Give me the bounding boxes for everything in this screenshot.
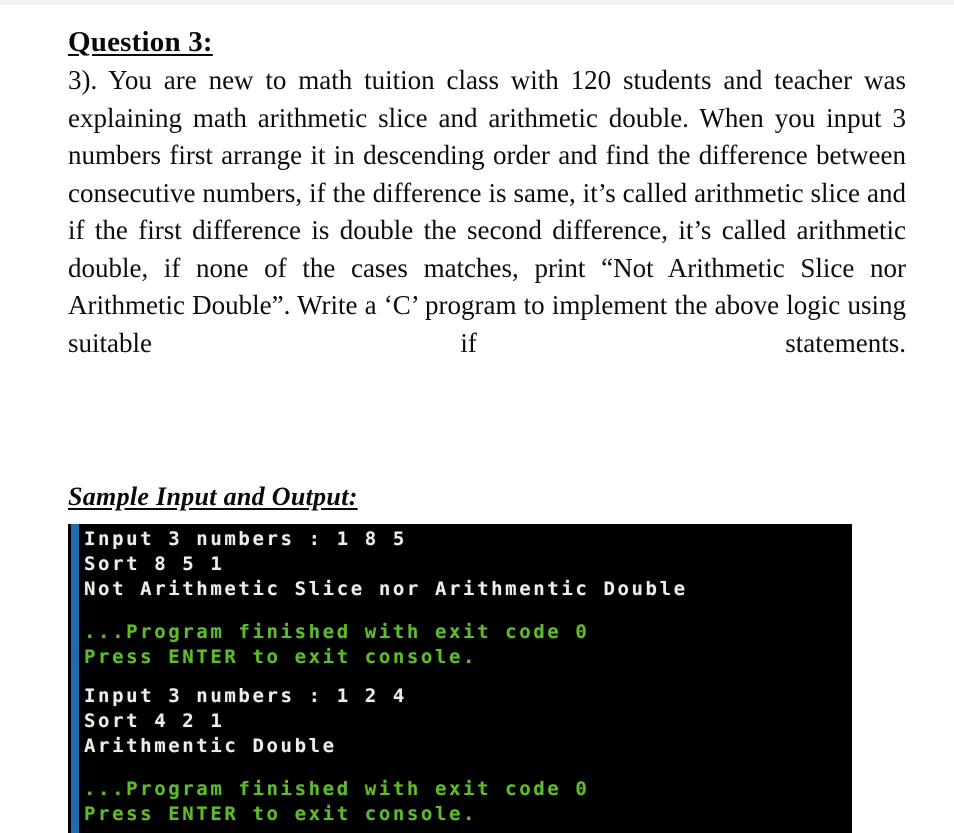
run1-input-line: Input 3 numbers : 1 8 5 [84, 528, 407, 550]
question-body-text: 3). You are new to math tuition class wi… [68, 65, 906, 358]
run2-result-line: Arithmentic Double [84, 735, 337, 757]
run1-prompt-line: Press ENTER to exit console. [84, 646, 478, 668]
run2-spacer [84, 759, 852, 777]
run2-finished-line: ...Program finished with exit code 0 [84, 778, 590, 800]
run2-prompt-line: Press ENTER to exit console. [84, 803, 478, 825]
run1-sort-line: Sort 8 5 1 [84, 553, 225, 575]
run2-input-line: Input 3 numbers : 1 2 4 [84, 685, 407, 707]
terminal-accent-bar [71, 524, 79, 833]
document-page: Question 3: 3). You are new to math tuit… [0, 0, 954, 833]
run2-spacer-top [84, 670, 852, 684]
terminal-output-panel: Input 3 numbers : 1 8 5 Sort 8 5 1 Not A… [68, 524, 852, 833]
run1-result-line: Not Arithmetic Slice nor Arithmentic Dou… [84, 578, 688, 600]
run1-spacer [84, 602, 852, 620]
question-heading: Question 3: [68, 26, 213, 58]
run2-sort-line: Sort 4 2 1 [84, 710, 225, 732]
sample-io-heading: Sample Input and Output: [68, 482, 358, 511]
terminal-text-area: Input 3 numbers : 1 8 5 Sort 8 5 1 Not A… [84, 527, 852, 833]
run1-finished-line: ...Program finished with exit code 0 [84, 621, 590, 643]
